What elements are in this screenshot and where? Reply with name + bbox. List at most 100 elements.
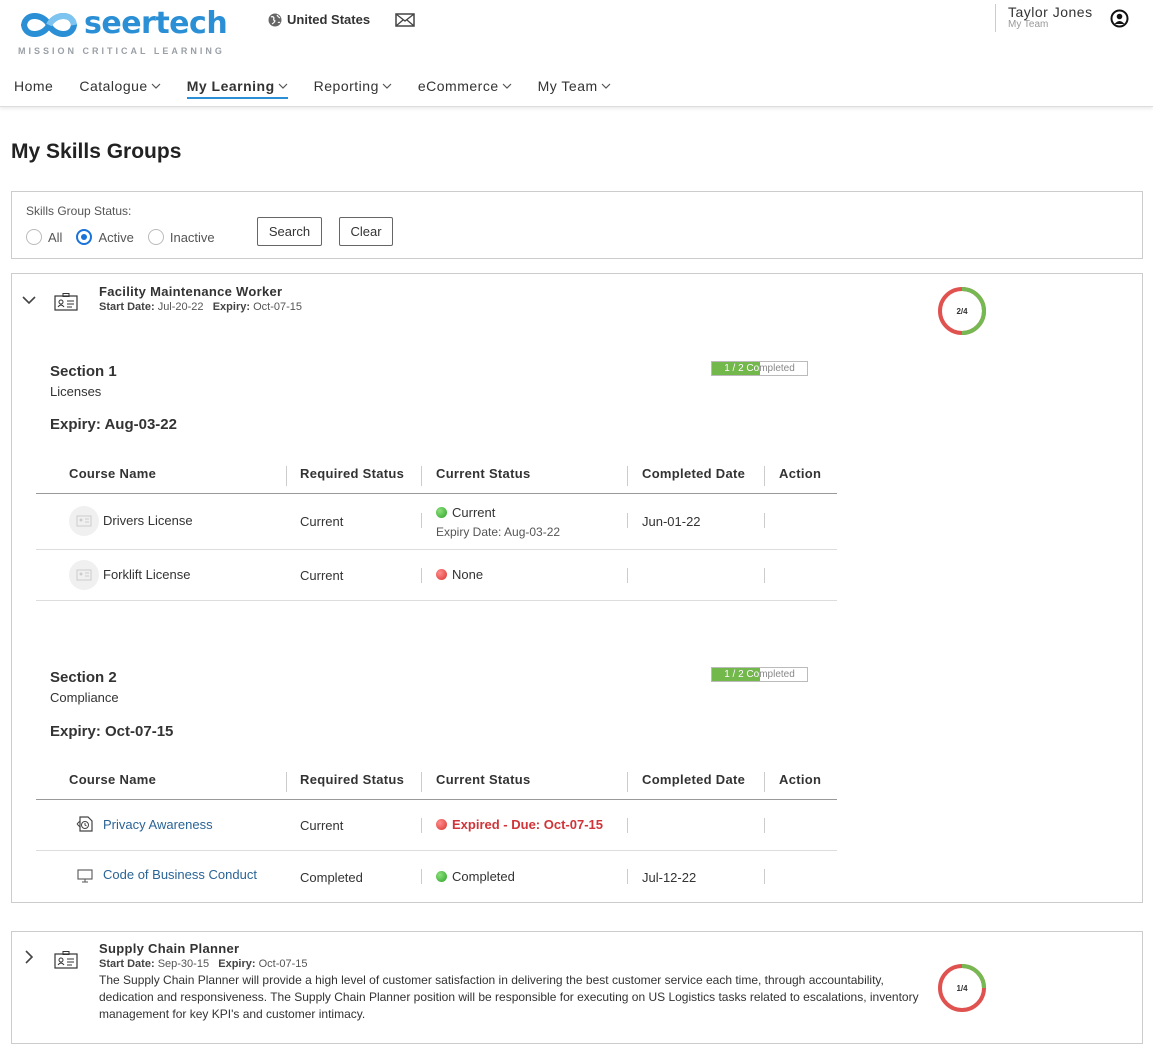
progress-ring-label: 2/4 — [956, 306, 968, 316]
status-red-dot-icon — [436, 819, 447, 830]
table-row: Privacy Awareness Current Expired - Due:… — [36, 800, 837, 851]
chevron-right-icon[interactable] — [24, 950, 34, 964]
skills-group-card: Facility Maintenance Worker Start Date: … — [11, 273, 1143, 903]
nav-reporting-label: Reporting — [313, 78, 379, 94]
column-divider — [764, 818, 765, 833]
section-title: Section 1 — [50, 363, 117, 380]
table-row: Drivers License Current Current Expiry D… — [36, 494, 837, 550]
group-title[interactable]: Supply Chain Planner — [99, 941, 239, 956]
status-red-dot-icon — [436, 569, 447, 580]
expiry-label: Expiry: — [212, 301, 251, 313]
current-status-label: Expired - Due: Oct-07-15 — [452, 817, 603, 832]
column-divider — [421, 772, 422, 792]
status-filter-panel: Skills Group Status: All Active Inactive… — [11, 191, 1143, 259]
group-title[interactable]: Facility Maintenance Worker — [99, 284, 282, 299]
course-name-link[interactable]: Code of Business Conduct — [103, 867, 257, 882]
section-progress-bar: 1 / 2 Completed 1 / 2 Completed — [711, 667, 808, 682]
account-icon[interactable] — [1110, 9, 1129, 28]
search-button[interactable]: Search — [257, 217, 322, 246]
top-header: seertech MISSION CRITICAL LEARNING Unite… — [0, 0, 1153, 107]
column-divider — [627, 568, 628, 583]
radio-inactive[interactable]: Inactive — [147, 229, 215, 245]
radio-circle — [147, 229, 164, 245]
skills-group-card: Supply Chain Planner Start Date: Sep-30-… — [11, 931, 1143, 1044]
id-card-icon — [54, 293, 78, 311]
column-divider — [286, 466, 287, 486]
nav-my-learning[interactable]: My Learning — [186, 74, 288, 99]
column-divider — [627, 513, 628, 528]
required-status: Current — [300, 568, 344, 583]
column-divider — [764, 568, 765, 583]
nav-ecommerce[interactable]: eCommerce — [418, 74, 512, 98]
required-status: Completed — [300, 870, 363, 885]
nav-my-learning-label: My Learning — [186, 78, 275, 94]
globe-icon — [268, 13, 282, 26]
expiry-label: Expiry: — [218, 958, 256, 970]
current-status: Expired - Due: Oct-07-15 — [436, 817, 603, 832]
section-subtitle: Compliance — [50, 690, 119, 705]
status-expiry-date: Expiry Date: Aug-03-22 — [436, 525, 561, 539]
current-status: None — [436, 567, 483, 582]
courses-table: Course Name Required Status Current Stat… — [36, 455, 837, 601]
status-green-dot-icon — [436, 871, 447, 882]
required-status: Current — [300, 818, 344, 833]
clear-button[interactable]: Clear — [339, 217, 393, 246]
column-divider — [421, 568, 422, 583]
filter-label: Skills Group Status: — [26, 204, 132, 218]
current-status-label: Completed — [452, 869, 515, 884]
header-required-status: Required Status — [300, 772, 405, 787]
radio-active-label: Active — [98, 229, 134, 245]
column-divider — [421, 513, 422, 528]
header-completed-date: Completed Date — [642, 466, 746, 481]
column-divider — [286, 772, 287, 792]
chevron-down-icon — [601, 83, 611, 89]
start-date-label: Start Date: — [99, 958, 155, 970]
progress-label-white: 1 / 2 Completed — [724, 669, 760, 680]
nav-reporting[interactable]: Reporting — [314, 74, 392, 98]
column-divider — [421, 869, 422, 884]
nav-home[interactable]: Home — [14, 74, 53, 98]
column-divider — [627, 772, 628, 792]
table-row: Forklift License Current None — [36, 550, 837, 601]
radio-active[interactable]: Active — [76, 229, 134, 245]
column-divider — [627, 466, 628, 486]
course-name: Forklift License — [103, 567, 191, 582]
radio-all[interactable]: All — [26, 229, 62, 245]
user-menu[interactable]: Taylor Jones My Team — [995, 4, 1093, 32]
section-title: Section 2 — [50, 669, 117, 686]
nav-home-label: Home — [14, 78, 54, 94]
chevron-down-icon — [151, 83, 161, 89]
status-radio-group: All Active Inactive — [26, 229, 229, 245]
group-description: The Supply Chain Planner will provide a … — [99, 973, 919, 1021]
completed-date: Jun-01-22 — [642, 514, 701, 529]
header-course-name: Course Name — [69, 772, 157, 787]
chevron-down-icon — [382, 83, 392, 89]
current-status-label: Current — [452, 505, 496, 520]
start-date-label: Start Date: — [99, 301, 155, 313]
mail-icon[interactable] — [395, 12, 415, 28]
seertech-logo[interactable]: seertech MISSION CRITICAL LEARNING — [18, 6, 233, 58]
nav-my-team[interactable]: My Team — [538, 74, 611, 98]
radio-all-label: All — [48, 229, 63, 245]
progress-label-on-fill: 1 / 2 Completed — [712, 362, 760, 375]
nav-catalogue[interactable]: Catalogue — [79, 74, 161, 98]
required-status: Current — [300, 514, 344, 529]
country-selector[interactable]: United States — [268, 12, 370, 27]
progress-label-white: 1 / 2 Completed — [724, 363, 760, 374]
user-team: My Team — [1008, 19, 1049, 30]
header-required-status: Required Status — [300, 466, 405, 481]
chevron-down-icon[interactable] — [22, 295, 36, 305]
progress-ring-label: 1/4 — [956, 983, 968, 993]
group-dates: Start Date: Jul-20-22 Expiry: Oct-07-15 — [99, 301, 302, 313]
license-icon — [69, 506, 99, 536]
radio-circle — [26, 229, 42, 245]
nav-ecommerce-label: eCommerce — [417, 78, 499, 94]
header-course-name: Course Name — [69, 466, 157, 481]
table-row: Code of Business Conduct Completed Compl… — [36, 851, 837, 902]
logo-infinity-icon — [20, 13, 78, 37]
course-name-link[interactable]: Privacy Awareness — [103, 817, 213, 832]
group-progress-ring: 2/4 — [937, 286, 987, 336]
logo-text: seertech — [84, 6, 228, 41]
current-status: Completed — [436, 869, 515, 884]
column-divider — [421, 818, 422, 833]
